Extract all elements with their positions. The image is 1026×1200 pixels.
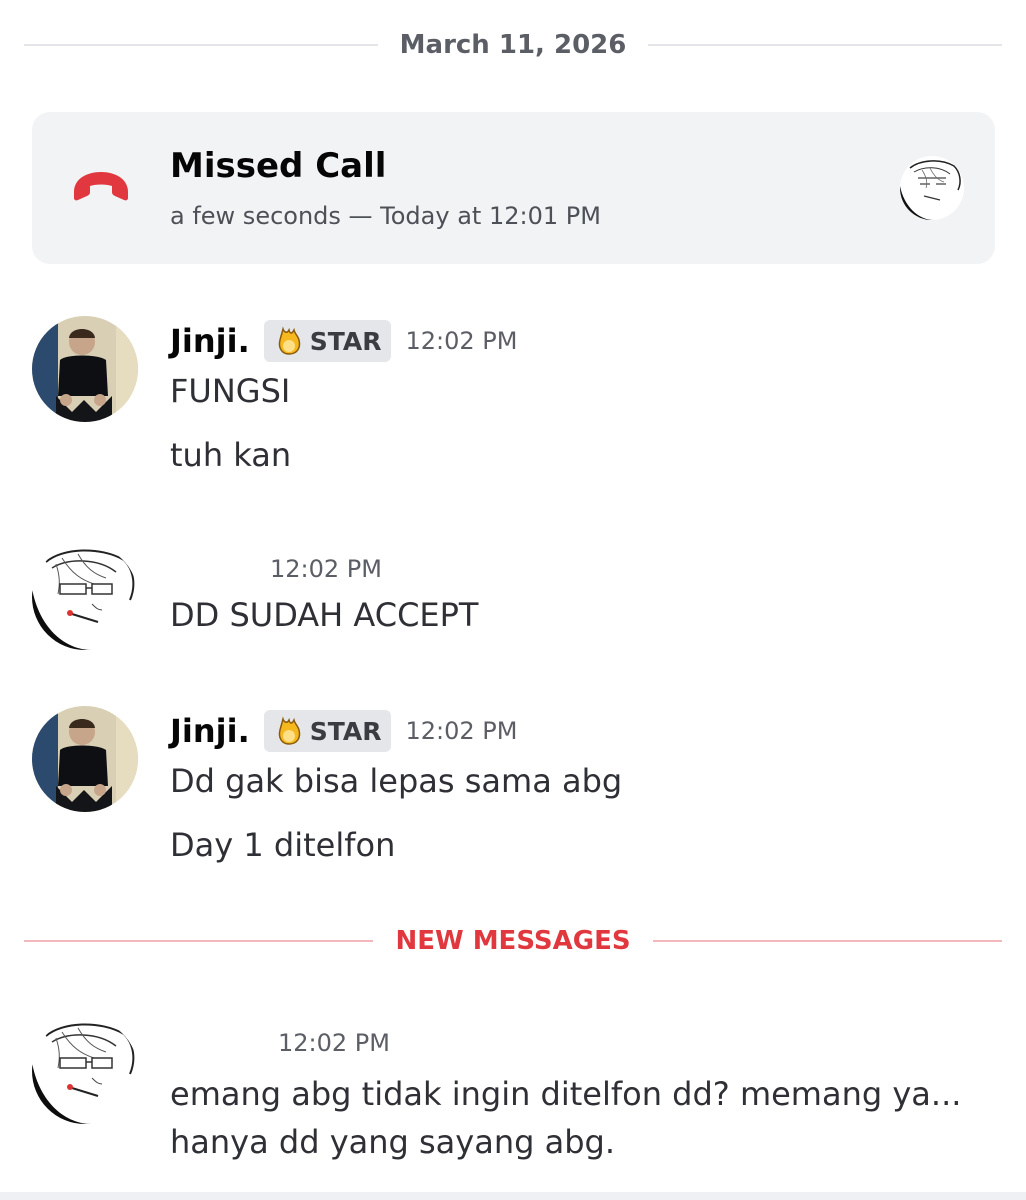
date-divider-label: March 11, 2026 [399, 30, 627, 60]
star-badge[interactable]: STAR [263, 320, 392, 362]
message-header: Jinji. STAR 12:02 PM [170, 706, 517, 756]
new-messages-label: NEW MESSAGES [395, 926, 631, 956]
message-text: emang abg tidak ingin ditelfon dd? meman… [170, 1075, 962, 1161]
flame-icon [278, 326, 300, 355]
star-badge[interactable]: STAR [263, 710, 392, 752]
divider-line-right [648, 44, 1002, 46]
message-timestamp: 12:02 PM [278, 1029, 390, 1057]
date-divider: March 11, 2026 [24, 30, 1002, 60]
new-messages-divider: NEW MESSAGES [24, 926, 1002, 956]
message-header: Jinji. STAR 12:02 PM [170, 316, 517, 366]
divider-line-left [24, 44, 378, 46]
user-avatar-jinji[interactable] [32, 706, 138, 812]
message-header: 12:02 PM [170, 1018, 390, 1068]
message-text: tuh kan [170, 436, 292, 474]
message-text: Day 1 ditelfon [170, 826, 396, 864]
missed-call-title: Missed Call [170, 146, 387, 186]
user-avatar-manga[interactable] [32, 1018, 138, 1124]
message-timestamp: 12:02 PM [405, 327, 518, 355]
message-timestamp: 12:02 PM [405, 717, 518, 745]
divider-line-right [652, 940, 1002, 942]
message-text: FUNGSI [170, 372, 291, 410]
message-text: Dd gak bisa lepas sama abg [170, 762, 623, 800]
flame-icon [278, 716, 300, 745]
username[interactable]: Jinji. [170, 712, 250, 750]
username[interactable]: Jinji. [170, 322, 250, 360]
username[interactable] [170, 1028, 266, 1058]
message-timestamp: 12:02 PM [270, 555, 382, 583]
username[interactable] [170, 554, 254, 584]
caller-avatar[interactable] [900, 156, 964, 220]
missed-call-card[interactable]: Missed Call a few seconds — Today at 12:… [32, 112, 995, 264]
badge-label: STAR [309, 326, 382, 356]
user-avatar-manga[interactable] [32, 544, 138, 650]
badge-label: STAR [309, 716, 382, 746]
message-text: DD SUDAH ACCEPT [170, 596, 479, 634]
missed-call-subtitle: a few seconds — Today at 12:01 PM [170, 202, 601, 230]
phone-hangup-icon [74, 172, 128, 201]
message-header: 12:02 PM [170, 544, 382, 594]
user-avatar-jinji[interactable] [32, 316, 138, 422]
divider-line-left [24, 940, 374, 942]
bottom-edge [0, 1192, 1026, 1200]
